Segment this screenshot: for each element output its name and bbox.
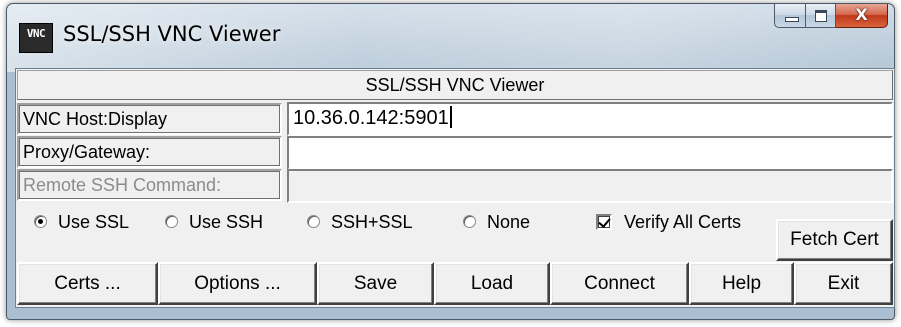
radio-use-ssl[interactable]: Use SSL [34,209,129,235]
remote-ssh-command-input [287,169,893,203]
radio-use-ssh-label: Use SSH [189,212,264,232]
radio-ssh-ssl-label: SSH+SSL [331,212,413,232]
save-button[interactable]: Save [317,262,434,305]
minimize-button[interactable] [774,4,806,28]
checkmark-icon [596,213,612,230]
proxy-gateway-label: Proxy/Gateway: [17,136,282,168]
host-display-value: 10.36.0.142:5901 [293,107,449,129]
radio-selected-icon [34,215,47,229]
proxy-gateway-input[interactable] [287,136,893,170]
dialog-client-area: SSL/SSH VNC Viewer VNC Host:Display 10.3… [15,68,895,308]
radio-ssh-ssl[interactable]: SSH+SSL [307,209,413,235]
maximize-button[interactable] [806,4,836,28]
connect-button[interactable]: Connect [550,262,689,305]
verify-all-certs-checkbox[interactable]: Verify All Certs [596,209,741,235]
close-button[interactable]: X [836,4,888,28]
close-icon: X [855,5,868,24]
certs-button[interactable]: Certs ... [17,262,158,305]
radio-unselected-icon [307,215,320,229]
radio-unselected-icon [463,215,476,229]
caption-buttons: X [774,4,888,30]
window-title: SSL/SSH VNC Viewer [63,22,281,46]
host-display-input[interactable]: 10.36.0.142:5901 [287,102,893,136]
radio-use-ssh[interactable]: Use SSH [165,209,263,235]
radio-none[interactable]: None [463,209,530,235]
load-button[interactable]: Load [434,262,550,305]
help-button[interactable]: Help [689,262,794,305]
fetch-cert-button[interactable]: Fetch Cert [776,219,893,261]
radio-none-label: None [487,212,531,232]
banner-title: SSL/SSH VNC Viewer [17,70,893,100]
radio-unselected-icon [165,215,178,229]
title-bar[interactable]: VNC SSL/SSH VNC Viewer X [7,4,894,72]
radio-use-ssl-label: Use SSL [58,212,130,232]
vnc-app-icon: VNC [19,23,53,53]
options-button[interactable]: Options ... [158,262,317,305]
exit-button[interactable]: Exit [794,262,893,305]
text-caret [449,106,452,129]
vnc-icon-label: VNC [26,27,46,40]
connection-mode-group: Use SSL Use SSH SSH+SSL None Verify All … [17,202,893,242]
host-display-label: VNC Host:Display [17,103,282,135]
verify-all-certs-label: Verify All Certs [624,212,742,232]
remote-ssh-command-label: Remote SSH Command: [17,169,282,201]
